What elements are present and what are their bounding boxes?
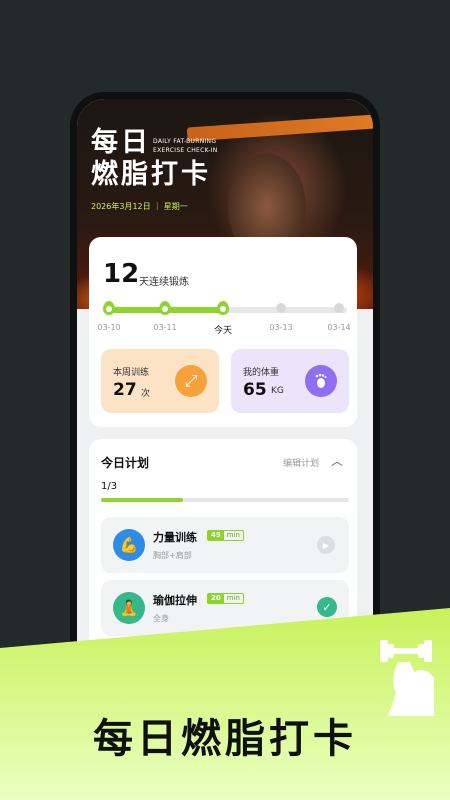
plan-item-name: 力量训练 — [153, 531, 197, 544]
footprint-icon — [305, 365, 337, 397]
duration-unit: min — [226, 531, 240, 539]
arrows-expand-icon: ⤢ — [175, 365, 207, 397]
streak-label: 天连续锻炼 — [139, 277, 189, 288]
flame-icon — [217, 301, 229, 315]
weekly-training-card[interactable]: 本周训练 27 次 ⤢ — [101, 349, 219, 413]
day-label-today: 今天 — [213, 326, 232, 336]
weekly-training-unit: 次 — [141, 389, 151, 399]
plan-progress-fill — [101, 498, 183, 502]
duration-value: 20 — [208, 594, 224, 603]
hero-subtitle-en-line1: DAILY FAT-BURNING — [153, 138, 217, 145]
check-icon[interactable]: ✓ — [317, 597, 337, 617]
my-weight-value: 65 — [243, 380, 267, 400]
day-label: 03-14 — [327, 323, 351, 332]
plan-progress-bar — [101, 498, 349, 502]
duration-value: 45 — [208, 531, 224, 540]
day-label: 03-13 — [269, 323, 293, 332]
day-dot — [334, 303, 344, 313]
plan-item-subtitle: 全身 — [153, 614, 169, 623]
duration-badge: 20 min — [207, 593, 244, 604]
edit-plan-button[interactable]: 编辑计划 — [283, 456, 319, 469]
hero-title-line2: 燃脂打卡 — [91, 159, 211, 190]
bicep-icon: 💪 — [113, 529, 145, 561]
hero-subtitle-en: DAILY FAT-BURNING EXERCISE CHECK-IN — [153, 137, 218, 155]
flame-icon — [159, 301, 171, 315]
flame-icon — [103, 301, 115, 315]
plan-item[interactable]: 💪 力量训练 45 min 胸部+肩部 ▶ — [101, 517, 349, 573]
plan-progress-text: 1/3 — [101, 481, 118, 492]
plan-title: 今日计划 — [101, 456, 150, 470]
weekly-training-label: 本周训练 — [113, 368, 150, 378]
hero-subtitle-en-line2: EXERCISE CHECK-IN — [153, 147, 218, 154]
my-weight-label: 我的体重 — [243, 368, 280, 378]
yoga-icon: 🧘 — [113, 592, 145, 624]
day-label: 03-10 — [97, 323, 121, 332]
plan-item-name: 瑜伽拉伸 — [153, 594, 197, 607]
banner-text: 每日燃脂打卡 — [93, 716, 357, 762]
streak-count: 12 — [103, 259, 140, 289]
day-dot — [276, 303, 286, 313]
my-weight-unit: KG — [271, 386, 284, 396]
my-weight-card[interactable]: 我的体重 65 KG — [231, 349, 349, 413]
play-icon[interactable]: ▶ — [317, 536, 335, 554]
duration-badge: 45 min — [207, 530, 244, 541]
duration-unit: min — [226, 594, 240, 602]
streak-card: 12 天连续锻炼 03-10 03-11 今天 03-13 03-14 本周训练… — [89, 237, 357, 427]
weekly-training-value: 27 — [113, 380, 137, 400]
hero-date: 2026年3月12日 ｜ 星期一 — [91, 202, 188, 211]
chevron-up-icon[interactable]: ︿ — [331, 452, 343, 469]
plan-item-subtitle: 胸部+肩部 — [153, 551, 192, 560]
dumbbell-arm-icon — [380, 640, 434, 716]
day-label: 03-11 — [153, 323, 177, 332]
